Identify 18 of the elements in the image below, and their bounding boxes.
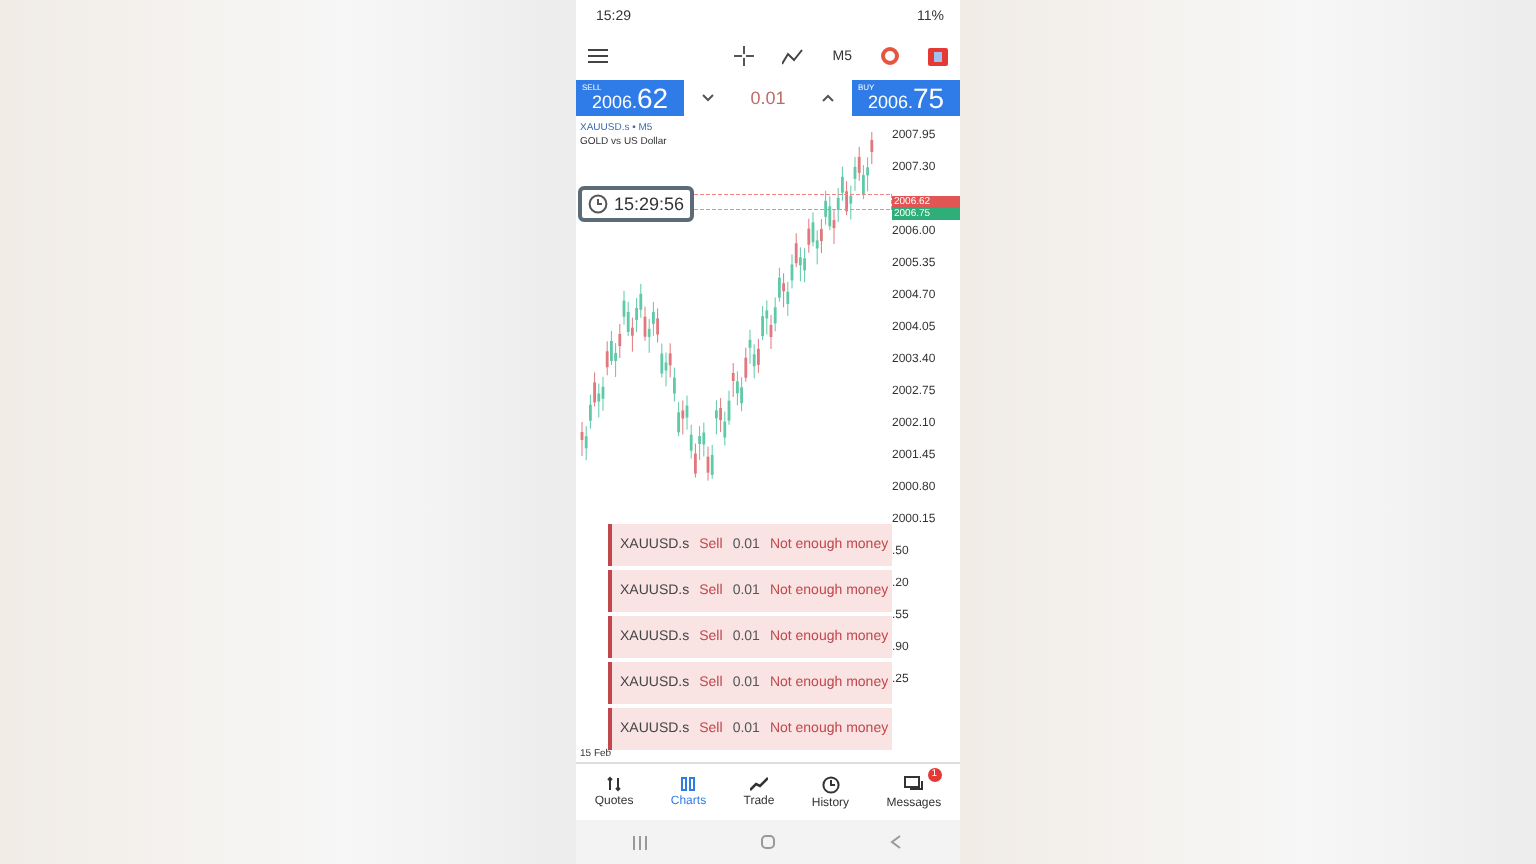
timer-text: 15:29:56	[614, 194, 685, 214]
clock-icon	[588, 194, 608, 214]
chat-icon	[903, 775, 924, 793]
indicator-icon[interactable]	[782, 47, 805, 65]
line-chart-icon	[749, 776, 768, 792]
lot-size[interactable]: 0.01	[750, 88, 786, 108]
square-icon[interactable]	[928, 47, 948, 65]
back-icon[interactable]	[888, 834, 904, 850]
arrows-icon	[606, 776, 623, 792]
home-icon[interactable]	[760, 834, 776, 850]
chevron-down-icon[interactable]	[702, 94, 715, 102]
crosshair-icon[interactable]	[734, 46, 755, 66]
chevron-up-icon[interactable]	[821, 94, 834, 102]
recent-apps-icon[interactable]	[632, 835, 648, 849]
clock-icon	[821, 775, 840, 793]
menu-icon[interactable]	[588, 48, 608, 64]
circle-icon[interactable]	[880, 46, 900, 66]
candles-icon	[680, 776, 697, 792]
